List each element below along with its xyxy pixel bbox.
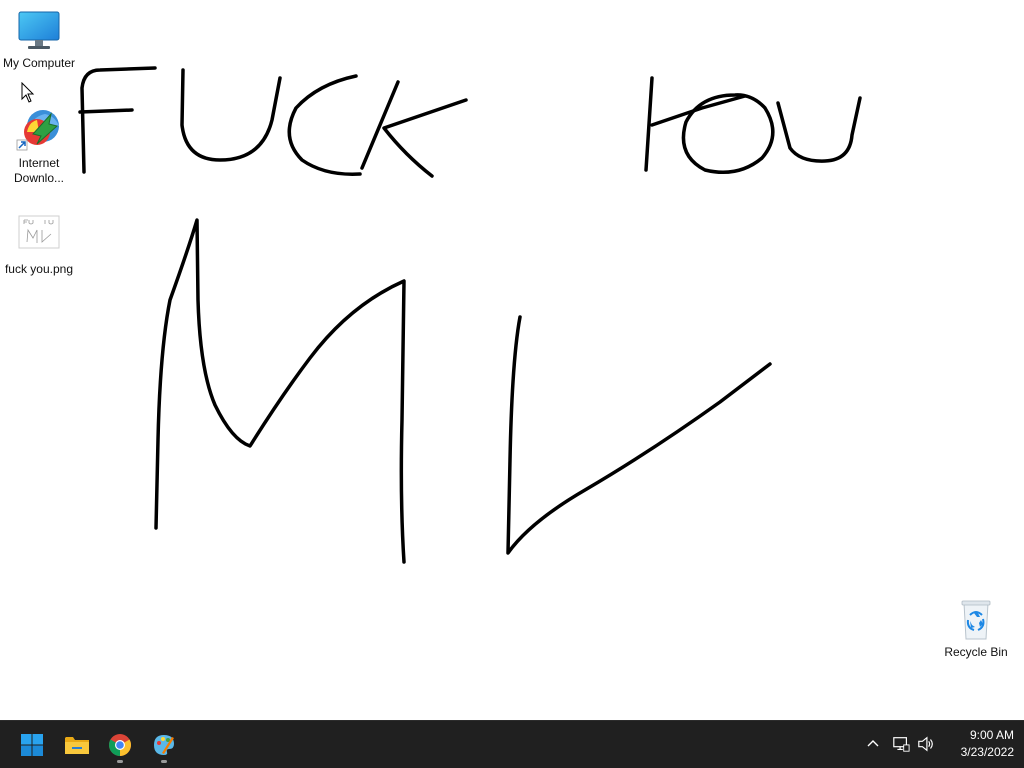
folder-icon	[65, 737, 89, 754]
chrome-icon	[109, 734, 131, 756]
taskbar: 9:00 AM 3/23/2022	[0, 720, 1024, 768]
file-explorer-button[interactable]	[57, 725, 97, 765]
windows-start-icon	[21, 734, 43, 756]
chevron-up-icon	[867, 740, 879, 747]
desktop[interactable]: My Computer Internet Downlo... fuck you.…	[0, 0, 1024, 720]
network-status-button[interactable]	[890, 733, 912, 755]
desktop-icon-label: My Computer	[2, 56, 76, 70]
desktop-icon-label: Internet Downlo...	[13, 156, 65, 185]
start-button[interactable]	[12, 725, 52, 765]
speaker-icon	[918, 736, 933, 752]
desktop-icon-my-computer[interactable]: My Computer	[1, 10, 77, 71]
clock-date: 3/23/2022	[960, 745, 1014, 759]
recycle-bin-icon	[961, 600, 991, 640]
mouse-cursor-icon	[21, 82, 35, 103]
running-indicator	[117, 760, 123, 763]
desktop-icon-recycle-bin[interactable]: Recycle Bin	[938, 597, 1014, 660]
desktop-icon-label: fuck you.png	[4, 262, 74, 276]
handwritten-drawing	[78, 66, 862, 564]
volume-button[interactable]	[915, 733, 937, 755]
show-hidden-icons-button[interactable]	[862, 733, 884, 755]
network-icon	[893, 737, 910, 752]
clock-time: 9:00 AM	[969, 728, 1014, 742]
chrome-taskbar-button[interactable]	[100, 725, 140, 765]
paint-palette-icon	[154, 735, 174, 755]
monitor-icon	[18, 11, 60, 49]
running-indicator	[161, 760, 167, 763]
clock[interactable]: 9:00 AM 3/23/2022	[942, 727, 1014, 761]
internet-download-manager-icon	[16, 110, 59, 151]
desktop-icon-internet-download-manager[interactable]: Internet Downlo...	[1, 106, 77, 186]
paint-taskbar-button[interactable]	[144, 725, 184, 765]
desktop-icon-png-file[interactable]: fuck you.png	[1, 212, 77, 277]
png-image-thumbnail-icon	[18, 215, 60, 249]
desktop-icon-label: Recycle Bin	[944, 645, 1008, 659]
